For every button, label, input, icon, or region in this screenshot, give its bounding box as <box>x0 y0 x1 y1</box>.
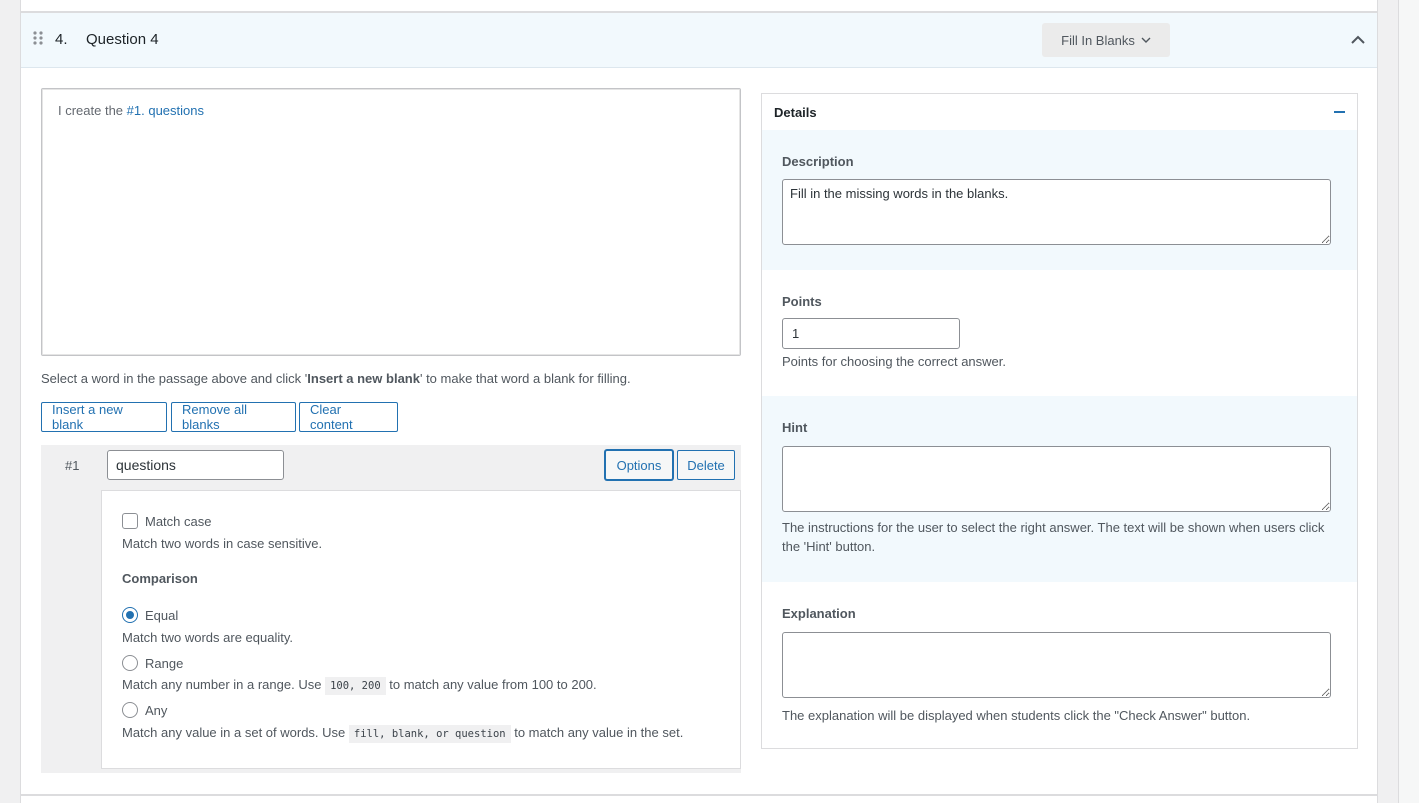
match-case-label: Match case <box>145 513 212 529</box>
passage-text: I create the <box>58 103 127 118</box>
any-radio[interactable] <box>122 702 138 718</box>
question-title[interactable]: Question 4 <box>86 31 159 48</box>
drag-handle-icon[interactable] <box>33 31 43 49</box>
hint-textarea[interactable] <box>782 446 1331 512</box>
collapse-minus-icon[interactable] <box>1334 111 1345 113</box>
passage-editor[interactable]: I create the #1. questions <box>41 88 741 356</box>
chevron-up-icon[interactable] <box>1349 31 1367 49</box>
blank-token[interactable]: #1. questions <box>127 103 204 118</box>
description-label: Description <box>782 154 854 169</box>
blank-value-input[interactable] <box>107 450 284 480</box>
page-scrollbar[interactable] <box>1398 0 1419 803</box>
range-desc: Match any number in a range. Use 100, 20… <box>122 677 597 695</box>
any-label: Any <box>145 702 168 718</box>
explanation-desc: The explanation will be displayed when s… <box>782 708 1251 723</box>
blank-options-panel: Match case Match two words in case sensi… <box>101 490 741 769</box>
remove-all-blanks-button[interactable]: Remove all blanks <box>171 402 296 432</box>
equal-option[interactable]: Equal <box>122 607 178 623</box>
any-option[interactable]: Any <box>122 702 167 718</box>
comparison-heading: Comparison <box>122 571 198 586</box>
hint-section: Hint The instructions for the user to se… <box>762 396 1357 582</box>
range-label: Range <box>145 655 184 671</box>
range-option[interactable]: Range <box>122 655 183 671</box>
question-number: 4. <box>55 31 68 48</box>
match-case-desc: Match two words in case sensitive. <box>122 536 323 551</box>
editor-help-text: Select a word in the passage above and c… <box>41 371 631 386</box>
blank-delete-button[interactable]: Delete <box>677 450 735 480</box>
blank-index: #1 <box>65 458 80 473</box>
details-panel: Details Description Fill in the missing … <box>761 93 1358 749</box>
points-desc: Points for choosing the correct answer. <box>782 354 1007 369</box>
blank-options-button[interactable]: Options <box>605 450 673 480</box>
hint-label: Hint <box>782 420 808 435</box>
equal-radio[interactable] <box>122 607 138 623</box>
equal-desc: Match two words are equality. <box>122 630 293 645</box>
hint-desc: The instructions for the user to select … <box>782 520 1325 554</box>
blank-item: #1 Options Delete Match case Match two w… <box>41 445 741 773</box>
card-divider-bottom <box>21 794 1377 796</box>
question-header[interactable]: 4. Question 4 Fill In Blanks <box>21 13 1377 68</box>
explanation-label: Explanation <box>782 606 856 621</box>
points-label: Points <box>782 294 822 309</box>
explanation-textarea[interactable] <box>782 632 1331 698</box>
points-input[interactable] <box>782 318 960 349</box>
description-textarea[interactable]: Fill in the missing words in the blanks. <box>782 179 1331 245</box>
points-section: Points Points for choosing the correct a… <box>762 270 1357 396</box>
match-case-option[interactable]: Match case <box>122 513 211 529</box>
clear-content-button[interactable]: Clear content <box>299 402 398 432</box>
insert-blank-button[interactable]: Insert a new blank <box>41 402 167 432</box>
details-header[interactable]: Details <box>762 94 1357 130</box>
range-code: 100, 200 <box>325 677 386 695</box>
details-title: Details <box>774 104 817 120</box>
any-code: fill, blank, or question <box>348 725 511 743</box>
equal-label: Equal <box>145 607 179 623</box>
description-section: Description Fill in the missing words in… <box>762 130 1357 270</box>
match-case-checkbox[interactable] <box>122 513 138 529</box>
question-type-label: Fill In Blanks <box>1061 32 1135 48</box>
question-card: 4. Question 4 Fill In Blanks I create th… <box>20 0 1378 803</box>
range-radio[interactable] <box>122 655 138 671</box>
explanation-section: Explanation The explanation will be disp… <box>762 582 1357 748</box>
chevron-down-icon <box>1141 37 1151 43</box>
question-type-select[interactable]: Fill In Blanks <box>1042 23 1170 57</box>
any-desc: Match any value in a set of words. Use f… <box>122 725 683 743</box>
